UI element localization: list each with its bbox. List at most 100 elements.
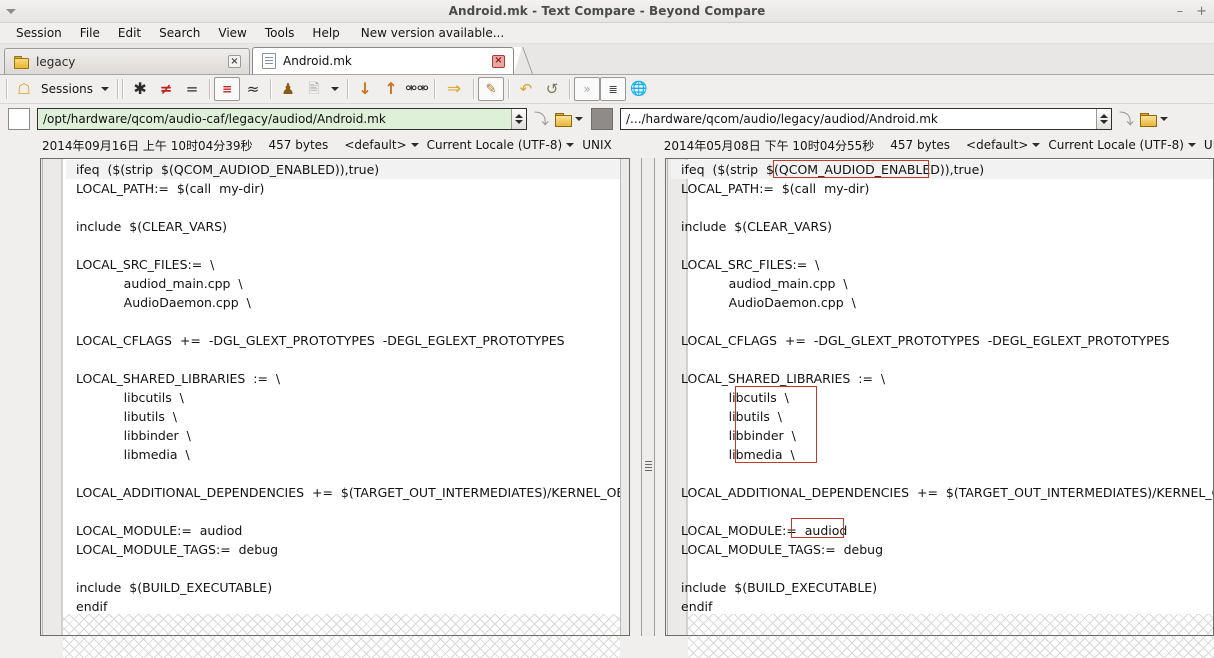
code-line: LOCAL_PATH:= $(call my-dir) <box>76 181 265 196</box>
left-pane-select-button[interactable] <box>8 108 30 130</box>
code-line: AudioDaemon.cpp \ <box>76 295 251 310</box>
right-path-history-spinner[interactable] <box>1096 109 1112 129</box>
left-file-format[interactable]: <default> <box>344 138 406 152</box>
left-path-input[interactable]: /opt/hardware/qcom/audio-caf/legacy/audi… <box>37 108 527 130</box>
sessions-label[interactable]: Sessions <box>37 82 97 96</box>
chevron-up-icon <box>1100 114 1109 118</box>
code-line: include $(CLEAR_VARS) <box>681 219 832 234</box>
pane-splitter[interactable] <box>631 158 665 636</box>
next-section-button[interactable]: » <box>574 77 601 101</box>
settings-dropdown-button[interactable] <box>327 77 343 101</box>
tab-android-mk-close-icon[interactable]: × <box>492 54 505 68</box>
sessions-dropdown-button[interactable] <box>97 77 113 101</box>
rules-button[interactable]: ♟ <box>275 77 301 101</box>
code-line: LOCAL_ADDITIONAL_DEPENDENCIES += $(TARGE… <box>76 485 653 500</box>
session-settings-button[interactable]: 🖹 <box>301 77 327 101</box>
document-icon <box>262 53 276 69</box>
tab-legacy-label: legacy <box>36 54 76 69</box>
show-minor-differences-button[interactable]: ≡ <box>214 77 241 101</box>
tab-android-mk[interactable]: Android.mk × <box>252 47 514 74</box>
left-encoding-dropdown-icon[interactable] <box>566 143 575 147</box>
left-browse-folder-icon[interactable] <box>555 112 573 127</box>
menu-file[interactable]: File <box>71 24 109 42</box>
menu-session[interactable]: Session <box>7 24 71 42</box>
code-line: LOCAL_MODULE:= audiod <box>681 523 848 538</box>
left-swap-arrow-icon[interactable]: ⤵ <box>534 111 549 127</box>
toolbar-separator <box>508 79 510 99</box>
code-line: libcutils \ <box>76 390 184 405</box>
toolbar-separator <box>347 79 349 99</box>
maximize-button[interactable]: + <box>1196 5 1207 18</box>
right-pane-select-button[interactable] <box>591 108 614 130</box>
menu-tools[interactable]: Tools <box>256 24 304 42</box>
right-browse-folder-icon[interactable] <box>1140 112 1158 127</box>
copy-to-right-button[interactable]: ⇒ <box>439 77 469 101</box>
find-button[interactable]: ⚮⚮ <box>404 77 430 101</box>
show-all-button[interactable]: ✱ <box>127 77 153 101</box>
web-button[interactable]: 🌐 <box>626 77 652 101</box>
menu-search[interactable]: Search <box>150 24 209 42</box>
code-line: LOCAL_MODULE_TAGS:= debug <box>681 542 884 557</box>
toolbar-separator <box>122 79 124 99</box>
detective-icon: ♟ <box>281 79 295 98</box>
show-same-button[interactable]: = <box>179 77 205 101</box>
menu-help[interactable]: Help <box>303 24 348 42</box>
line-numbers-button[interactable]: ≣ <box>600 77 627 101</box>
right-browse-dropdown-icon[interactable] <box>1160 117 1169 121</box>
next-difference-button[interactable]: ↓ <box>352 77 378 101</box>
minimize-button[interactable]: – <box>1177 5 1184 18</box>
right-file-format[interactable]: <default> <box>966 138 1028 152</box>
toolbar-separator <box>473 79 475 99</box>
previous-difference-button[interactable]: ↑ <box>378 77 404 101</box>
splitter-bar[interactable] <box>641 158 655 636</box>
left-browse-dropdown-icon[interactable] <box>575 117 584 121</box>
right-code-text[interactable]: ifeq ($(strip $(QCOM_AUDIOD_ENABLED)),tr… <box>681 160 1214 616</box>
right-format-dropdown-icon[interactable] <box>1032 143 1041 147</box>
right-encoding-dropdown-icon[interactable] <box>1187 143 1196 147</box>
chevron-up-icon <box>515 114 523 118</box>
window-menu-button[interactable] <box>6 0 16 22</box>
globe-document-icon: 🌐 <box>630 81 648 97</box>
right-file-encoding[interactable]: Current Locale (UTF-8) <box>1048 138 1184 152</box>
session-home-button[interactable]: ☖ <box>11 77 37 101</box>
left-file-timestamp: 2014年09月16日 上午 10时04分39秒 <box>42 138 253 153</box>
left-code-text[interactable]: ifeq ($(strip $(QCOM_AUDIOD_ENABLED)),tr… <box>76 160 653 616</box>
pencil-icon: ✎ <box>485 81 497 97</box>
right-path-input[interactable]: /.../hardware/qcom/audio/legacy/audiod/A… <box>620 108 1113 130</box>
window-title: Android.mk - Text Compare - Beyond Compa… <box>448 4 766 18</box>
code-line: audiod_main.cpp \ <box>681 276 848 291</box>
left-file-encoding[interactable]: Current Locale (UTF-8) <box>427 138 563 152</box>
menu-new-version[interactable]: New version available... <box>349 24 513 42</box>
code-line: LOCAL_ADDITIONAL_DEPENDENCIES += $(TARGE… <box>681 485 1214 500</box>
numbered-list-icon: ≣ <box>608 82 618 96</box>
tab-legacy[interactable]: legacy × <box>4 48 250 74</box>
edit-button[interactable]: ✎ <box>478 77 505 101</box>
chevron-down-icon <box>1100 120 1109 124</box>
code-line: LOCAL_MODULE_TAGS:= debug <box>76 542 279 557</box>
code-line: LOCAL_PATH:= $(call my-dir) <box>681 181 870 196</box>
binoculars-icon: ⚮⚮ <box>405 81 429 97</box>
refresh-button[interactable]: ↺ <box>539 77 565 101</box>
splitter-grip-handle[interactable] <box>645 461 652 472</box>
show-differences-button[interactable]: ≠ <box>153 77 179 101</box>
menu-edit[interactable]: Edit <box>109 24 150 42</box>
tab-legacy-close-icon[interactable]: × <box>228 55 241 68</box>
left-path-text: /opt/hardware/qcom/audio-caf/legacy/audi… <box>43 112 386 126</box>
right-swap-arrow-icon[interactable]: ⤵ <box>1119 111 1134 127</box>
menu-view[interactable]: View <box>209 24 255 42</box>
undo-button[interactable]: ↶ <box>513 77 539 101</box>
code-line: LOCAL_SRC_FILES:= \ <box>681 257 820 272</box>
toolbar-separator <box>209 79 211 99</box>
ignore-unimportant-button[interactable]: ≈ <box>240 77 266 101</box>
left-path-history-spinner[interactable] <box>511 109 526 129</box>
left-format-dropdown-icon[interactable] <box>410 143 419 147</box>
